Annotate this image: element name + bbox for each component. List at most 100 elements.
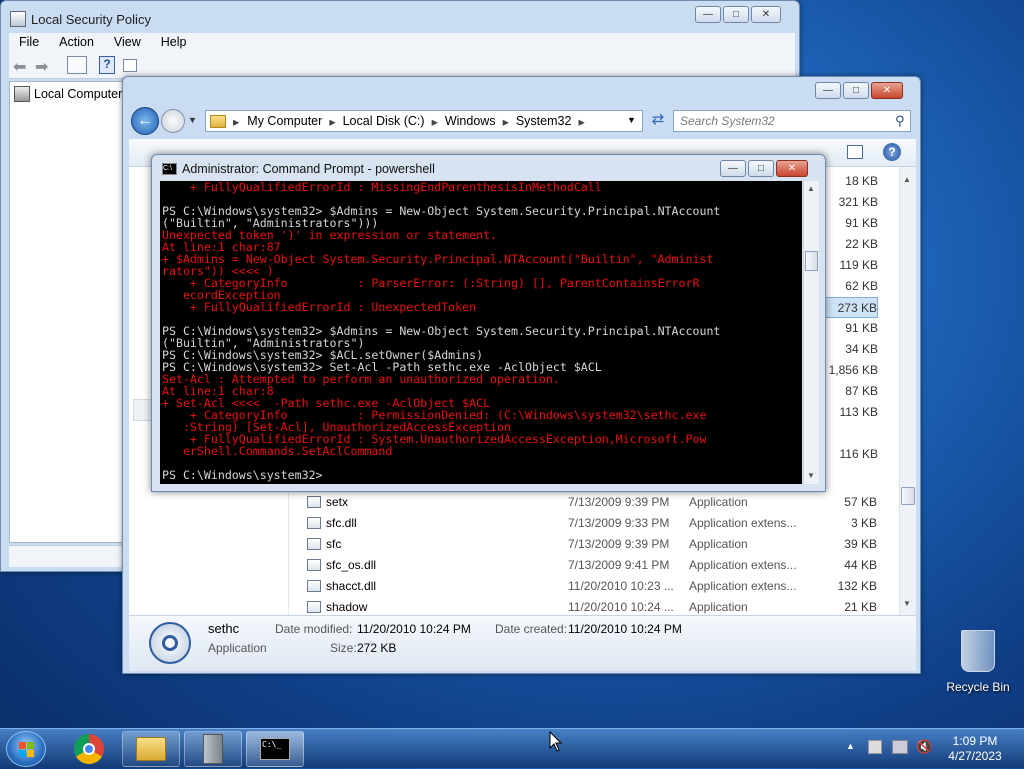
breadcrumb-separator-icon: ▸	[431, 114, 438, 129]
recent-pages-chevron-icon[interactable]: ▼	[188, 115, 197, 125]
file-icon	[307, 558, 321, 571]
file-size[interactable]: 34 KB	[818, 339, 878, 360]
windows-logo-pane	[19, 750, 26, 757]
file-size[interactable]: 62 KB	[818, 276, 878, 297]
close-button[interactable]: ✕	[751, 6, 781, 23]
help-icon[interactable]: ?	[99, 56, 115, 74]
file-size[interactable]: 321 KB	[818, 192, 878, 213]
taskbar-security-policy[interactable]	[184, 731, 242, 767]
file-row[interactable]: shacct.dll 11/20/2010 10:23 ... Applicatio…	[307, 575, 907, 596]
details-file-name: sethc	[208, 621, 240, 636]
menu-action[interactable]: Action	[49, 33, 104, 53]
clock-date: 4/27/2023	[948, 749, 1002, 763]
breadcrumb-local-disk[interactable]: Local Disk (C:)	[338, 114, 430, 128]
navigation-bar: ← ▼ ▸ My Computer ▸ Local Disk (C:) ▸ Wi…	[129, 107, 916, 137]
refresh-icon[interactable]: ⇄	[647, 110, 669, 132]
file-list-scrollbar[interactable]: ▲ ▼	[899, 167, 916, 615]
windows-logo-pane	[27, 750, 34, 757]
file-date: 11/20/2010 10:23 ...	[568, 578, 674, 593]
close-button[interactable]: ✕	[871, 82, 903, 99]
breadcrumb-system32[interactable]: System32	[511, 114, 577, 128]
file-size[interactable]: 113 KB	[818, 402, 878, 423]
network-icon[interactable]	[892, 740, 908, 754]
file-size[interactable]: 87 KB	[818, 381, 878, 402]
windows-logo-icon	[19, 742, 26, 749]
taskbar-command-prompt[interactable]: C:\_	[246, 731, 304, 767]
properties-icon[interactable]	[123, 59, 137, 72]
search-icon[interactable]: ⚲	[895, 113, 905, 129]
scrollbar-thumb[interactable]	[901, 487, 915, 505]
window-title: Administrator: Command Prompt - powershe…	[182, 162, 435, 176]
folder-icon	[210, 114, 226, 128]
action-center-icon[interactable]	[868, 740, 882, 754]
scroll-down-icon[interactable]: ▼	[807, 471, 815, 480]
file-name-cell: shadow	[307, 600, 367, 614]
file-size[interactable]: 91 KB	[818, 318, 878, 339]
clock-time: 1:09 PM	[952, 734, 998, 748]
back-button[interactable]: ←	[131, 107, 159, 135]
file-type: Application	[689, 536, 748, 551]
menu-help[interactable]: Help	[151, 33, 197, 53]
preview-pane-icon[interactable]	[847, 145, 863, 159]
file-size[interactable]: 22 KB	[818, 234, 878, 255]
taskbar-chrome[interactable]	[60, 731, 118, 767]
address-dropdown-icon[interactable]: ▼	[622, 115, 641, 125]
file-row[interactable]: sfc_os.dll 7/13/2009 9:41 PM Application e…	[307, 554, 907, 575]
maximize-button[interactable]: □	[843, 82, 869, 99]
forward-arrow-icon[interactable]: ➡	[35, 57, 48, 77]
selected-file-size[interactable]: 273 KB	[818, 297, 878, 318]
tree-item-local-computer[interactable]: Local Computer	[14, 86, 122, 102]
console-line: PS C:\Windows\system32>	[162, 468, 323, 482]
recycle-bin-shortcut[interactable]: Recycle Bin	[938, 630, 1018, 700]
volume-muted-icon[interactable]: 🔇	[916, 739, 932, 755]
breadcrumb-separator-icon: ▸	[233, 114, 240, 129]
start-button[interactable]	[6, 731, 46, 767]
file-row[interactable]: shadow 11/20/2010 10:24 ... Application 21 …	[307, 596, 907, 617]
back-arrow-icon[interactable]: ⬅	[13, 57, 26, 77]
minimize-button[interactable]: —	[720, 160, 746, 177]
scrollbar-thumb[interactable]	[805, 251, 818, 271]
show-hide-console-tree-icon[interactable]	[67, 56, 87, 74]
file-size: 132 KB	[837, 578, 877, 593]
breadcrumb-my-computer[interactable]: My Computer	[242, 114, 327, 128]
minimize-button[interactable]: —	[815, 82, 841, 99]
menu-view[interactable]: View	[104, 33, 151, 53]
maximize-button[interactable]: □	[748, 160, 774, 177]
help-icon[interactable]: ?	[883, 143, 901, 161]
maximize-button[interactable]: □	[723, 6, 749, 23]
file-size[interactable]: 116 KB	[818, 444, 878, 465]
navigation-pane-scrollbar[interactable]	[133, 399, 153, 421]
menu-file[interactable]: File	[9, 33, 49, 53]
taskbar-explorer[interactable]	[122, 731, 180, 767]
show-hidden-icons-icon[interactable]: ▲	[846, 741, 855, 751]
file-type: Application	[689, 494, 748, 509]
windows-logo-pane	[27, 742, 34, 749]
file-date: 11/20/2010 10:24 ...	[568, 599, 674, 614]
taskbar: C:\_ ▲ 🔇 1:09 PM 4/27/2023	[0, 728, 1024, 768]
file-size[interactable]: 1,856 KB	[818, 360, 878, 381]
scroll-down-icon[interactable]: ▼	[903, 599, 911, 608]
address-bar[interactable]: ▸ My Computer ▸ Local Disk (C:) ▸ Window…	[205, 110, 643, 132]
scroll-up-icon[interactable]: ▲	[903, 175, 911, 184]
file-row[interactable]: setx 7/13/2009 9:39 PM Application 57 KB	[307, 491, 907, 512]
file-size[interactable]: 18 KB	[818, 171, 878, 192]
search-input[interactable]: Search System32	[673, 110, 911, 132]
forward-button[interactable]	[161, 109, 185, 133]
console-tree: Local Computer	[9, 81, 127, 543]
close-button[interactable]: ✕	[776, 160, 808, 177]
minimize-button[interactable]: —	[695, 6, 721, 23]
console-scrollbar[interactable]: ▲ ▼	[803, 181, 819, 484]
scroll-up-icon[interactable]: ▲	[807, 184, 815, 193]
console-output[interactable]: + FullyQualifiedErrorId : MissingEndPare…	[160, 181, 802, 484]
breadcrumb-separator-icon: ▸	[502, 114, 509, 129]
file-size[interactable]	[818, 423, 878, 444]
clock[interactable]: 1:09 PM 4/27/2023	[940, 734, 1010, 764]
file-row[interactable]: sfc.dll 7/13/2009 9:33 PM Application exte…	[307, 512, 907, 533]
file-size[interactable]: 119 KB	[818, 255, 878, 276]
file-row[interactable]: sfc 7/13/2009 9:39 PM Application 39 KB	[307, 533, 907, 554]
file-size: 21 KB	[844, 599, 877, 614]
file-size[interactable]: 91 KB	[818, 213, 878, 234]
file-icon	[307, 537, 321, 550]
accessibility-symbol	[162, 635, 178, 651]
breadcrumb-windows[interactable]: Windows	[440, 114, 501, 128]
